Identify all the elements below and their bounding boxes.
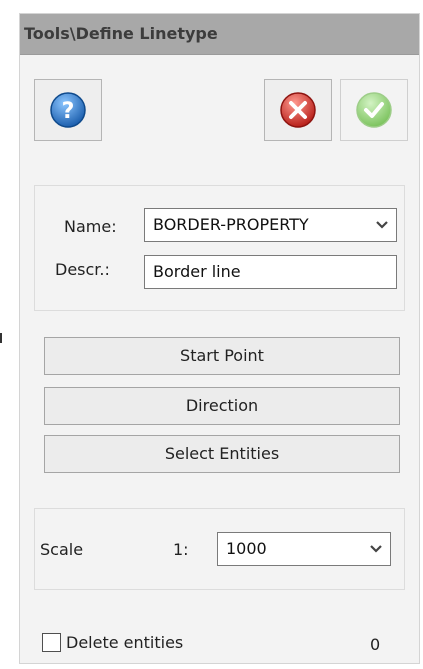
help-button[interactable]: ? [34, 79, 102, 141]
scale-value: 1000 [226, 539, 267, 558]
chevron-down-icon [368, 533, 384, 565]
window-edge-mark [0, 333, 2, 343]
name-dropdown[interactable]: BORDER-PROPERTY [144, 208, 397, 242]
cancel-button[interactable] [264, 79, 332, 141]
name-label: Name: [64, 217, 117, 236]
name-value: BORDER-PROPERTY [153, 215, 309, 234]
ok-button[interactable] [340, 79, 408, 141]
title-bar: Tools\Define Linetype [20, 14, 419, 55]
define-linetype-panel: Tools\Define Linetype ? Name: BORDER-PRO… [19, 13, 420, 664]
ok-checkmark-icon [356, 92, 392, 128]
descr-label: Descr.: [55, 260, 110, 279]
description-field[interactable]: Border line [144, 255, 397, 289]
start-point-button[interactable]: Start Point [44, 337, 400, 375]
svg-text:?: ? [62, 99, 75, 124]
select-entities-button[interactable]: Select Entities [44, 435, 400, 473]
chevron-down-icon [374, 209, 390, 241]
direction-button[interactable]: Direction [44, 387, 400, 425]
entity-count: 0 [370, 635, 381, 654]
scale-prefix: 1: [173, 540, 189, 559]
scale-dropdown[interactable]: 1000 [217, 532, 391, 566]
panel-title: Tools\Define Linetype [24, 24, 218, 43]
cancel-icon [280, 92, 316, 128]
delete-entities-checkbox[interactable] [42, 633, 61, 652]
help-icon: ? [50, 92, 86, 128]
properties-group [34, 185, 405, 311]
scale-label: Scale [40, 540, 84, 559]
description-value: Border line [153, 262, 241, 281]
delete-entities-label: Delete entities [66, 633, 184, 652]
